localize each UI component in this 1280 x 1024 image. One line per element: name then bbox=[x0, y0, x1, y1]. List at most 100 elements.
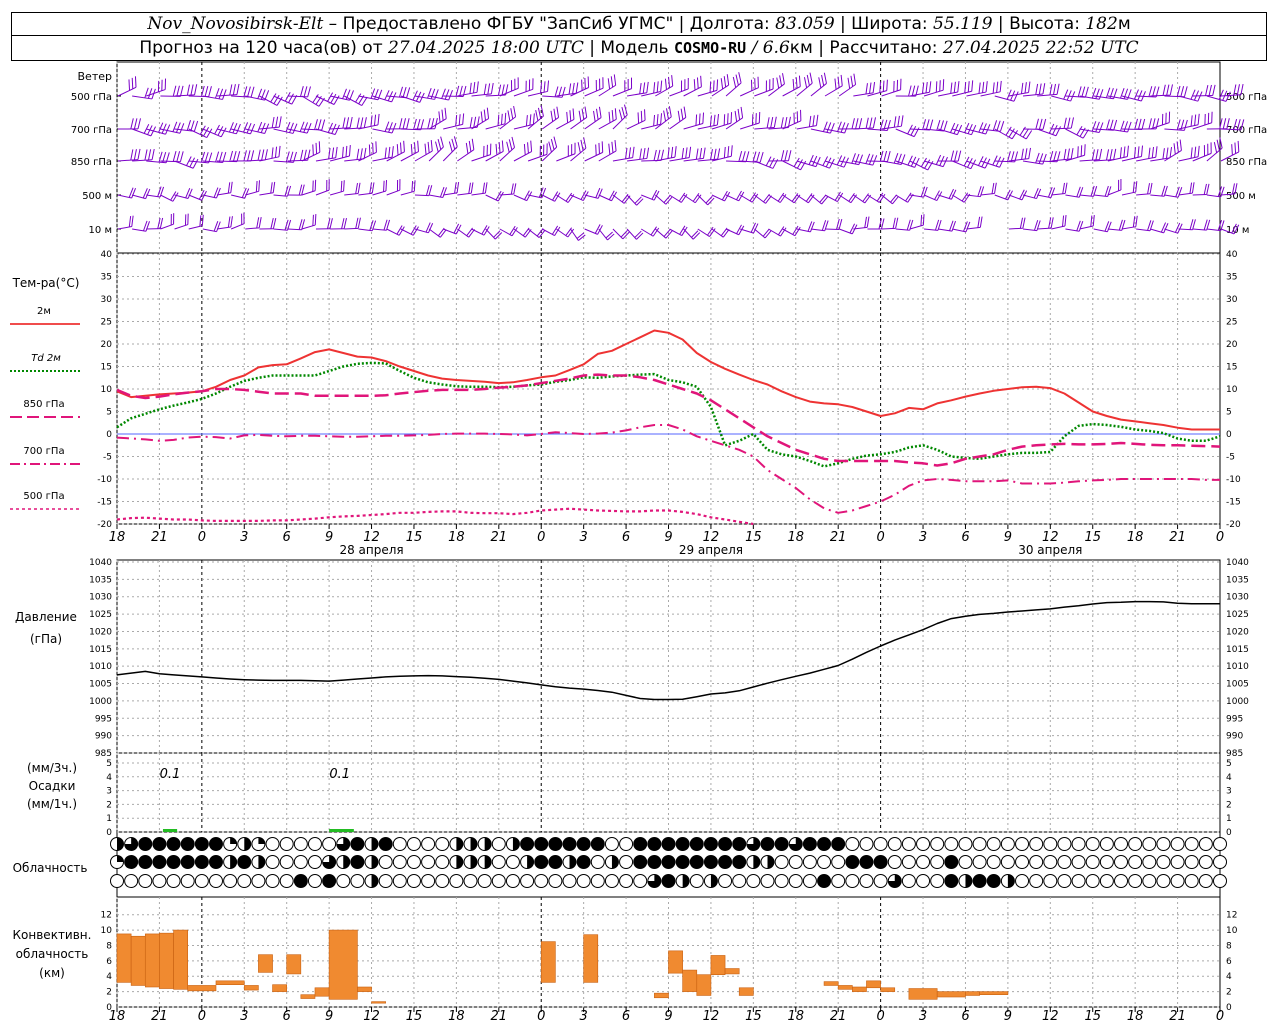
precip-tick-label: 5 bbox=[106, 759, 112, 769]
wind-barb-feather bbox=[961, 192, 969, 202]
cloud-symbol bbox=[802, 855, 817, 869]
wind-barb-feather bbox=[312, 214, 314, 226]
wind-barb-feather bbox=[807, 194, 815, 204]
cloud-circle bbox=[788, 874, 803, 888]
wind-barb-feather bbox=[795, 77, 798, 89]
wind-barb bbox=[457, 138, 475, 162]
conv-cloud-bar bbox=[286, 954, 302, 975]
cloud-fill bbox=[371, 855, 379, 869]
wind-barb bbox=[499, 225, 518, 237]
cloud-circle bbox=[322, 837, 337, 851]
wind-barb-feather bbox=[886, 79, 888, 91]
cloud-symbol bbox=[279, 855, 294, 869]
wind-barb-feather bbox=[805, 193, 813, 202]
temp-series-line bbox=[116, 507, 754, 526]
wind-barb-feather bbox=[1132, 216, 1136, 228]
wind-barb-feather bbox=[853, 73, 857, 85]
cloud-symbol bbox=[1142, 874, 1157, 888]
wind-barb-feather bbox=[413, 180, 416, 192]
wind-barb-feather bbox=[548, 141, 552, 153]
wind-barb-feather bbox=[385, 180, 388, 192]
cloud-circle bbox=[590, 837, 605, 851]
conv-cloud-bar bbox=[130, 935, 146, 986]
wind-barb-feather bbox=[301, 184, 305, 196]
cloud-symbol bbox=[166, 874, 181, 888]
cloud-symbol bbox=[378, 874, 393, 888]
wind-barb bbox=[132, 220, 150, 232]
cloud-circle bbox=[760, 874, 775, 888]
conv-axis-hour-label: 15 bbox=[406, 1009, 423, 1024]
cloud-circle bbox=[1000, 837, 1015, 851]
wind-barb bbox=[796, 221, 815, 233]
cloud-symbol bbox=[110, 874, 124, 888]
wind-barb-feather bbox=[480, 111, 483, 123]
cloud-symbol bbox=[619, 874, 634, 888]
wind-barb-feather bbox=[128, 79, 131, 91]
wind-barb-feather bbox=[1194, 146, 1197, 158]
cloud-fill bbox=[611, 855, 619, 869]
cloud-fill bbox=[484, 837, 492, 851]
cloud-circle bbox=[307, 837, 322, 851]
cloud-symbol bbox=[1000, 837, 1015, 851]
wind-barb-feather bbox=[1135, 215, 1138, 227]
wind-barb-feather bbox=[214, 88, 220, 99]
conv-tick-label: 6 bbox=[106, 957, 112, 967]
cloud-circle bbox=[633, 874, 648, 888]
wind-barb bbox=[160, 85, 184, 97]
wind-barb-feather bbox=[1190, 89, 1196, 100]
cloud-circle bbox=[1071, 874, 1086, 888]
cloud-circle bbox=[604, 837, 619, 851]
cloud-symbol bbox=[1071, 874, 1086, 888]
cloud-symbol bbox=[958, 855, 973, 869]
wind-barb-feather bbox=[172, 192, 179, 202]
cloud-symbol bbox=[138, 837, 153, 851]
temp-tick-label-right: 0 bbox=[1226, 430, 1232, 440]
wind-barb-staff bbox=[513, 151, 532, 162]
cloud-circle bbox=[1114, 855, 1129, 869]
wind-barb-feather bbox=[190, 120, 195, 131]
precip-tick-label-right: 3 bbox=[1226, 787, 1232, 797]
wind-barb-staff bbox=[485, 123, 506, 130]
cloud-circle bbox=[958, 837, 973, 851]
cloud-symbol bbox=[124, 855, 139, 869]
cloud-symbol bbox=[972, 855, 987, 869]
cloud-symbol bbox=[1043, 874, 1058, 888]
conv-tick-label-right: 8 bbox=[1226, 941, 1232, 951]
wind-barb-feather bbox=[578, 234, 586, 241]
wind-barb-feather bbox=[220, 127, 227, 138]
cloud-circle bbox=[1057, 837, 1072, 851]
wind-barb-feather bbox=[756, 151, 761, 163]
conv-tick-label-right: 2 bbox=[1226, 988, 1232, 998]
wind-barb-feather bbox=[717, 148, 721, 160]
wind-barb-feather bbox=[410, 144, 413, 156]
wind-barb-feather bbox=[929, 81, 932, 93]
wind-barb-feather bbox=[256, 217, 260, 229]
cloud-circle bbox=[491, 855, 506, 869]
wind-barb-feather bbox=[137, 118, 141, 130]
cloud-circle bbox=[1085, 874, 1100, 888]
wind-barb-feather bbox=[671, 75, 674, 87]
wind-barb-feather bbox=[314, 119, 318, 130]
wind-barb-feather bbox=[637, 112, 640, 124]
cloud-symbol bbox=[392, 855, 407, 869]
wind-barb-feather bbox=[692, 232, 701, 240]
cloud-circle bbox=[406, 874, 421, 888]
cloud-symbol bbox=[916, 874, 931, 888]
meteogram: 18 21 0 3 6 9 12 15 18 21 0 3 6 9 12 15 18 21 0 3 6 9 12 15 18 21… bbox=[10, 61, 1267, 1024]
wind-barb-feather bbox=[201, 214, 204, 226]
wind-barb-feather bbox=[229, 150, 234, 162]
wind-barb bbox=[386, 225, 405, 236]
cloud-symbol bbox=[392, 874, 407, 888]
wind-barb-feather bbox=[458, 114, 461, 126]
pressure-tick-label: 1030 bbox=[89, 593, 112, 603]
wind-barb-feather bbox=[660, 80, 663, 92]
wind-barb-feather bbox=[921, 82, 925, 94]
cloud-symbol bbox=[350, 837, 365, 851]
cloud-circle bbox=[1057, 855, 1072, 869]
wind-barb-feather bbox=[819, 194, 827, 203]
wind-barb-feather bbox=[468, 140, 472, 152]
wind-barb-feather bbox=[1052, 124, 1058, 135]
wind-barb bbox=[287, 86, 311, 98]
conv-cloud-bar bbox=[258, 954, 273, 973]
wind-barb-feather bbox=[646, 81, 649, 93]
